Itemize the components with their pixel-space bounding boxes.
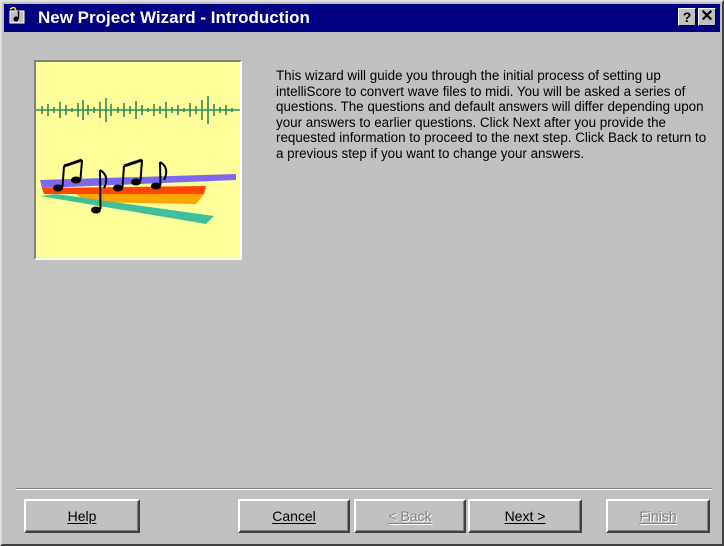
intro-text: This wizard will guide you through the i… (276, 68, 707, 161)
finish-button[interactable]: Finish (606, 499, 710, 533)
title-bar[interactable]: New Project Wizard - Introduction ? ✕ (4, 4, 720, 32)
waveform-music-icon (36, 62, 240, 258)
back-button-label: < Back (388, 508, 432, 524)
cancel-button[interactable]: Cancel (238, 499, 350, 533)
next-button[interactable]: Next > (468, 499, 582, 533)
wizard-window: New Project Wizard - Introduction ? ✕ Th… (0, 0, 724, 546)
window-title: New Project Wizard - Introduction (38, 8, 310, 27)
help-button-label: Help (67, 508, 97, 524)
cancel-button-label: Cancel (272, 508, 316, 524)
help-button[interactable]: Help (24, 499, 140, 533)
title-close-button[interactable]: ✕ (698, 8, 716, 26)
finish-button-label: Finish (639, 508, 677, 524)
title-help-button[interactable]: ? (678, 8, 696, 26)
button-separator (16, 488, 712, 490)
wizard-illustration (34, 60, 242, 260)
back-button[interactable]: < Back (354, 499, 466, 533)
next-button-label: Next > (504, 508, 546, 524)
wizard-app-icon (9, 7, 25, 24)
